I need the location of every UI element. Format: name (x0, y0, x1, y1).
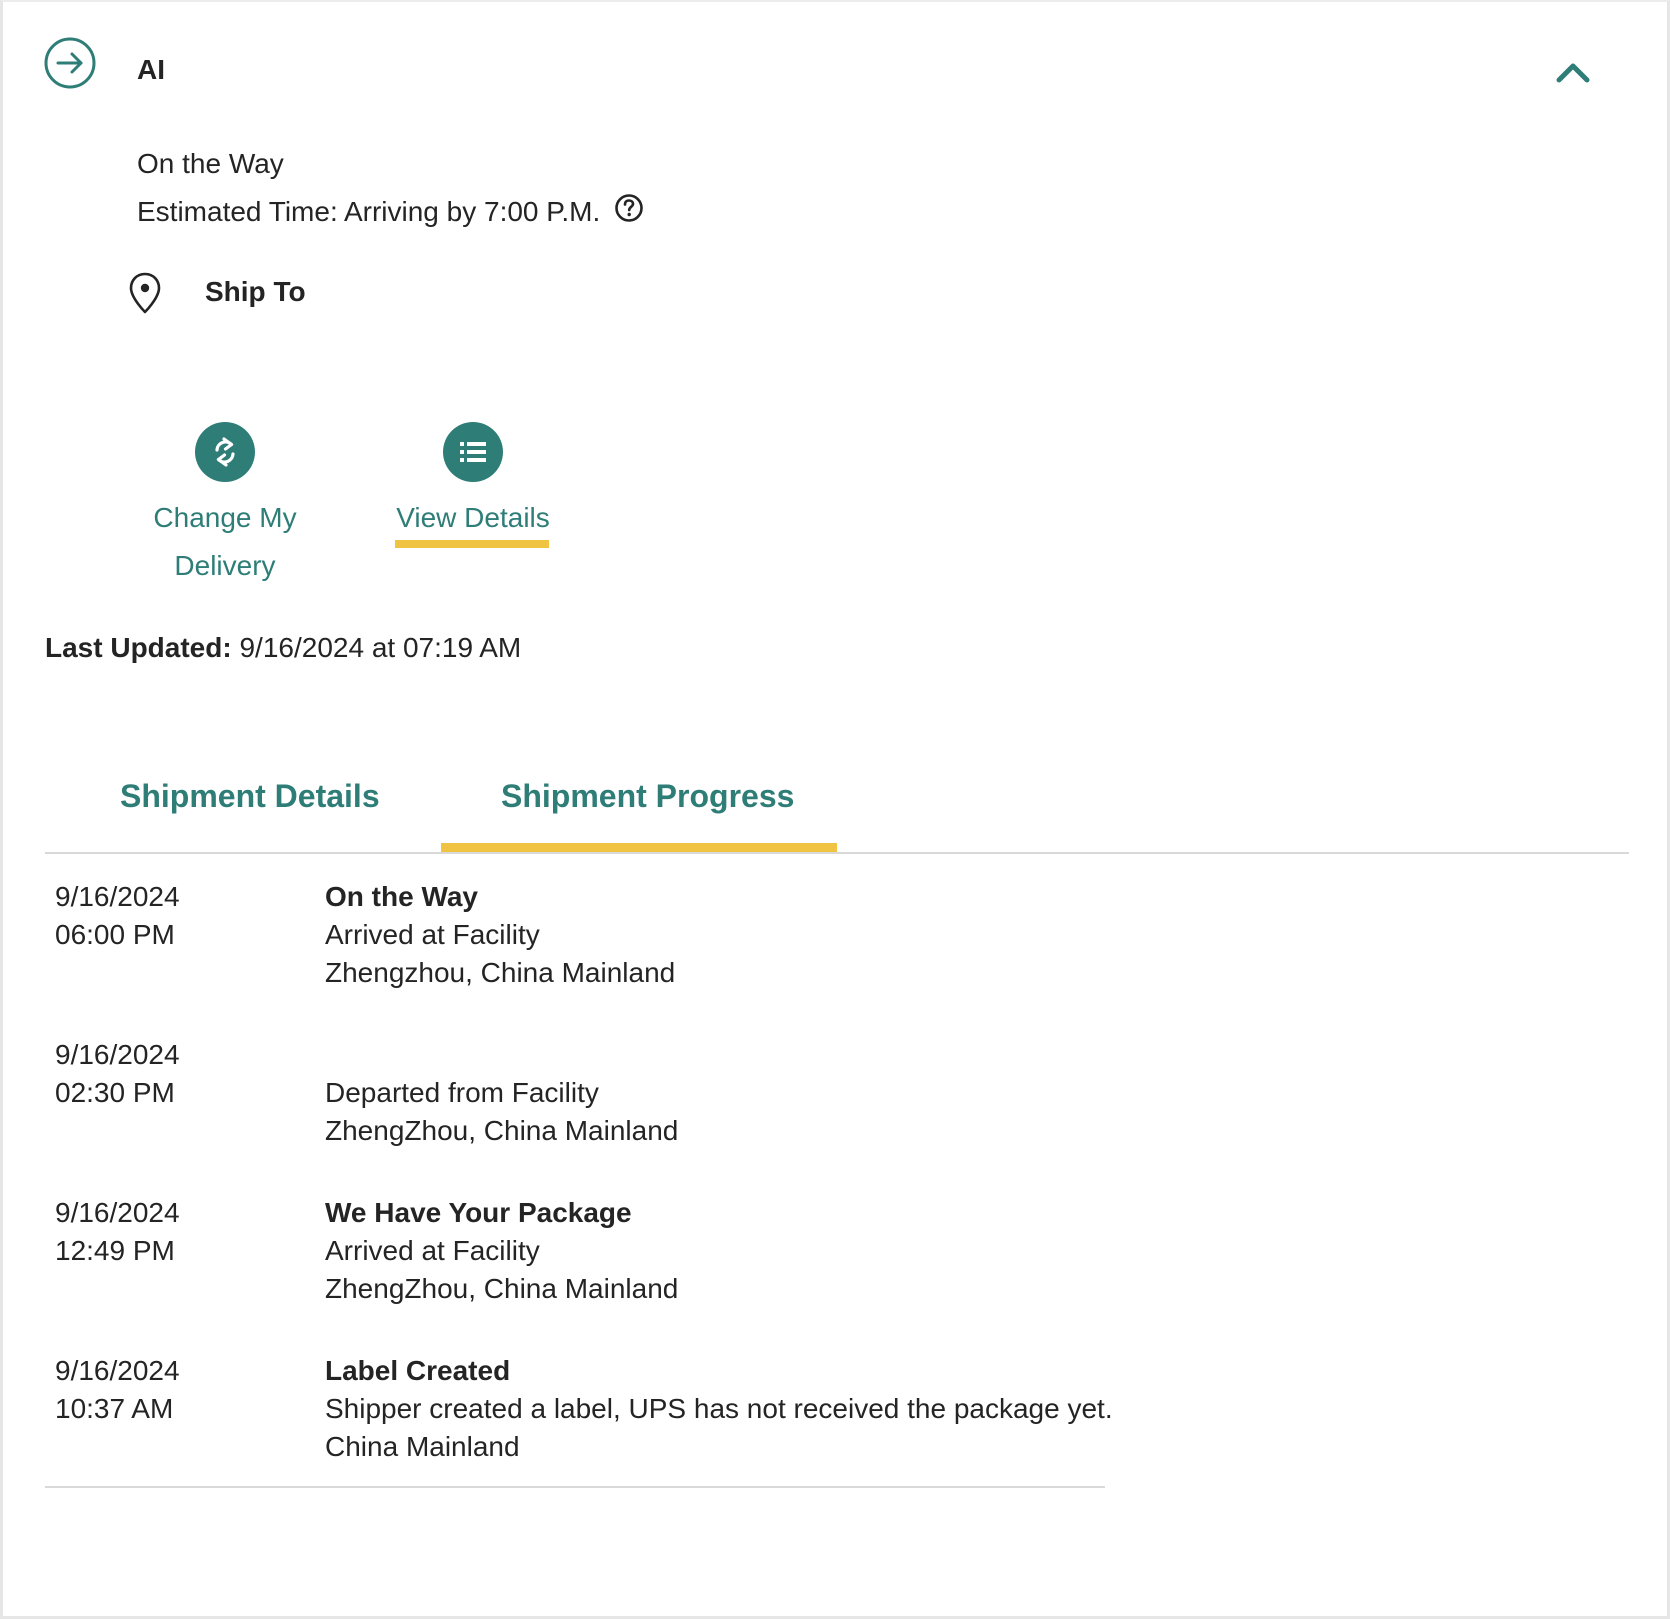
refresh-swap-icon (195, 422, 255, 482)
estimated-time-text: Estimated Time: Arriving by 7:00 P.M. (137, 196, 601, 227)
progress-detail: Arrived at Facility (325, 1235, 540, 1266)
last-updated: Last Updated: 9/16/2024 at 07:19 AM (45, 632, 521, 664)
last-updated-label: Last Updated: (45, 632, 232, 663)
progress-date: 9/16/2024 (55, 881, 180, 912)
shipment-card: AI On the Way Estimated Time: Arriving b… (0, 0, 1670, 1619)
progress-time: 06:00 PM (55, 919, 175, 950)
progress-title: We Have Your Package (325, 1197, 632, 1228)
progress-time: 12:49 PM (55, 1235, 175, 1266)
chevron-up-icon (1551, 63, 1595, 94)
progress-date: 9/16/2024 (55, 1197, 180, 1228)
progress-detail: Shipper created a label, UPS has not rec… (325, 1393, 1113, 1424)
ship-to-label: Ship To (205, 276, 306, 307)
change-my-delivery-label-line1: Change My (153, 502, 297, 533)
delivery-status: On the Way (137, 148, 284, 179)
progress-time: 10:37 AM (55, 1393, 174, 1424)
view-details-button[interactable]: View Details (391, 422, 555, 542)
tabs-divider (45, 852, 1629, 854)
estimated-time: Estimated Time: Arriving by 7:00 P.M. (137, 193, 644, 228)
progress-location: China Mainland (325, 1431, 520, 1462)
progress-date: 9/16/2024 (55, 1039, 180, 1070)
question-circle-icon[interactable] (614, 193, 644, 223)
progress-row: 9/16/2024 10:37 AM Label Created Shipper… (55, 1352, 1113, 1472)
progress-detail: Departed from Facility (325, 1077, 599, 1108)
progress-title: On the Way (325, 881, 478, 912)
list-icon (443, 422, 503, 482)
shipment-title: AI (137, 54, 165, 85)
progress-location: ZhengZhou, China Mainland (325, 1273, 679, 1304)
location-pin-icon (125, 270, 165, 316)
active-tab-underline (441, 843, 837, 852)
progress-row: 9/16/2024 06:00 PM On the Way Arrived at… (55, 878, 1105, 998)
view-details-active-underline (395, 540, 549, 548)
progress-time: 02:30 PM (55, 1077, 175, 1108)
progress-date: 9/16/2024 (55, 1355, 180, 1386)
progress-row: 9/16/2024 02:30 PM Departed from Facilit… (55, 1036, 1105, 1156)
change-my-delivery-label-line2: Delivery (174, 550, 276, 581)
tab-shipment-progress[interactable]: Shipment Progress (501, 778, 794, 815)
change-my-delivery-button[interactable]: Change My Delivery (145, 422, 305, 590)
view-details-label: View Details (396, 502, 550, 533)
collapse-button[interactable] (1551, 54, 1595, 90)
progress-bottom-divider (45, 1486, 1105, 1488)
progress-row: 9/16/2024 12:49 PM We Have Your Package … (55, 1194, 1105, 1314)
progress-location: ZhengZhou, China Mainland (325, 1115, 679, 1146)
progress-location: Zhengzhou, China Mainland (325, 957, 676, 988)
change-my-delivery-label: Change My Delivery (145, 494, 305, 590)
progress-title: Label Created (325, 1355, 511, 1386)
last-updated-value: 9/16/2024 at 07:19 AM (239, 632, 522, 663)
arrow-right-circle-icon (43, 36, 97, 90)
tab-shipment-details[interactable]: Shipment Details (120, 778, 380, 815)
progress-title (325, 1036, 1125, 1074)
progress-detail: Arrived at Facility (325, 919, 540, 950)
